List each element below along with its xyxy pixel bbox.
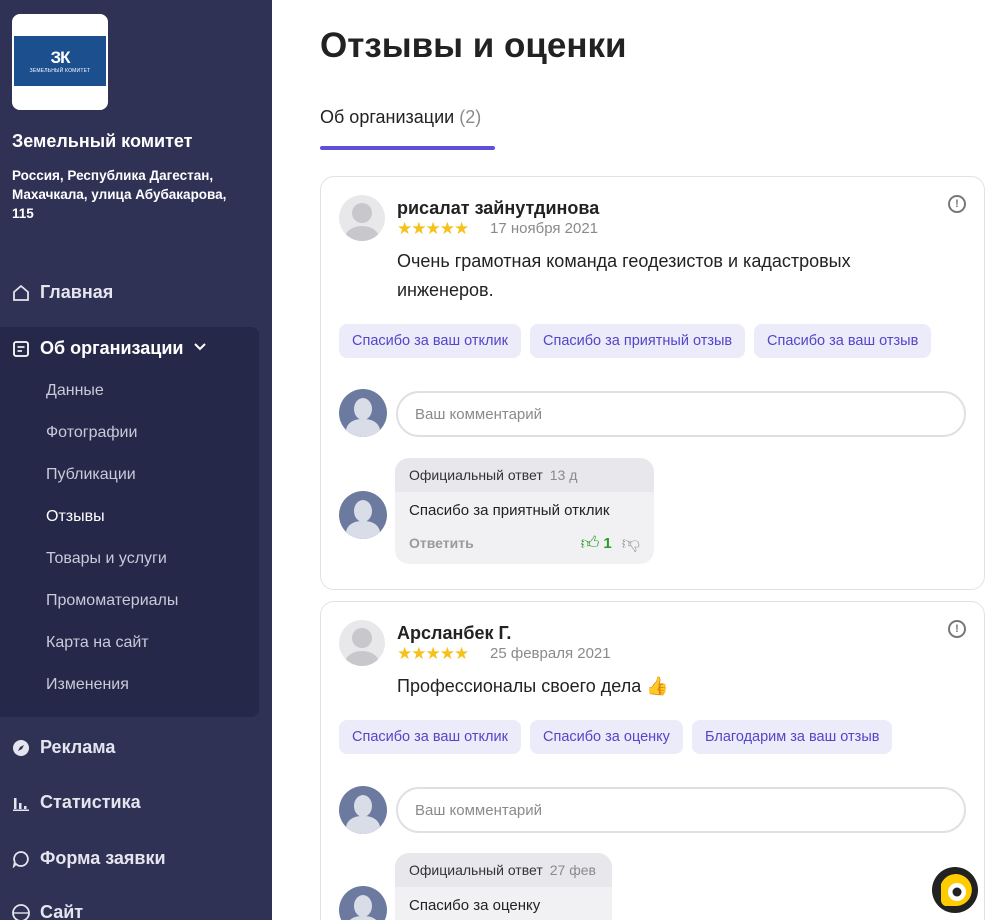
- quick-reply-chip[interactable]: Спасибо за ваш отклик: [339, 720, 521, 754]
- org-address: Россия, Республика Дагестан, Махачкала, …: [12, 168, 227, 221]
- reply-label: Официальный ответ: [409, 862, 543, 878]
- nav-ads[interactable]: Реклама: [12, 737, 115, 758]
- chat-bubble-icon: [12, 850, 30, 868]
- review-text: Очень грамотная команда геодезистов и ка…: [397, 251, 851, 300]
- thumbs-down-icon[interactable]: 👎︎: [622, 532, 640, 554]
- brand-badge-icon: [931, 866, 979, 914]
- reply-text: Спасибо за оценку: [409, 897, 541, 914]
- document-icon: [12, 340, 30, 358]
- sub-item-changes[interactable]: Изменения: [46, 676, 129, 694]
- quick-reply-chip[interactable]: Спасибо за оценку: [530, 720, 683, 754]
- reply-age: 27 фев: [549, 862, 596, 878]
- avatar: [339, 195, 385, 241]
- quick-reply-chip[interactable]: Спасибо за ваш отзыв: [754, 324, 932, 358]
- reply-text: Спасибо за приятный отклик: [409, 502, 610, 519]
- official-reply: Официальный ответ 13 д Спасибо за приятн…: [395, 458, 654, 564]
- sub-item-data[interactable]: Данные: [46, 382, 104, 400]
- tab-label: Об организации: [320, 107, 455, 127]
- sub-item-promo[interactable]: Промоматериалы: [46, 592, 178, 610]
- reply-header: Официальный ответ 13 д: [395, 458, 654, 492]
- sub-item-publications[interactable]: Публикации: [46, 466, 136, 484]
- tab-underline: [320, 146, 495, 150]
- org-name: Земельный комитет: [12, 131, 193, 151]
- owner-avatar: [339, 389, 387, 437]
- comment-input[interactable]: Ваш комментарий: [396, 787, 966, 833]
- logo-banner: ЗК ЗЕМЕЛЬНЫЙ КОМИТЕТ: [14, 36, 106, 86]
- nav-ads-label: Реклама: [40, 737, 116, 757]
- votes: 👍︎ 1 👎︎: [581, 532, 640, 554]
- rating-stars: ★★★★★: [397, 644, 469, 663]
- tab-count: (2): [459, 107, 482, 127]
- quick-reply-chip[interactable]: Спасибо за приятный отзыв: [530, 324, 746, 358]
- bar-chart-icon: [12, 794, 30, 812]
- logo-mark: ЗК: [50, 47, 70, 67]
- globe-icon: [12, 903, 30, 920]
- nav-about-label: Об организации: [40, 338, 184, 358]
- sub-item-photos[interactable]: Фотографии: [46, 424, 137, 442]
- quick-reply-chip[interactable]: Спасибо за ваш отклик: [339, 324, 521, 358]
- reply-header: Официальный ответ 27 фев: [395, 853, 612, 887]
- nav-form[interactable]: Форма заявки: [12, 848, 166, 869]
- nav-stats-label: Статистика: [40, 792, 141, 812]
- nav-home[interactable]: Главная: [12, 282, 113, 303]
- org-logo[interactable]: ЗК ЗЕМЕЛЬНЫЙ КОМИТЕТ: [12, 14, 108, 110]
- review-author[interactable]: рисалат зайнутдинова: [397, 198, 599, 219]
- avatar: [339, 620, 385, 666]
- exclamation-circle-icon[interactable]: !: [948, 620, 966, 638]
- nav-stats[interactable]: Статистика: [12, 792, 141, 813]
- tab-about-org[interactable]: Об организации (2): [320, 107, 481, 128]
- comment-input[interactable]: Ваш комментарий: [396, 391, 966, 437]
- like-count: 1: [603, 534, 612, 552]
- compass-icon: [12, 739, 30, 757]
- sub-item-reviews[interactable]: Отзывы: [46, 508, 105, 526]
- submenu-panel: [0, 327, 259, 717]
- official-reply: Официальный ответ 27 фев Спасибо за оцен…: [395, 853, 612, 920]
- nav-about-org[interactable]: Об организации: [12, 338, 207, 359]
- logo-text: ЗЕМЕЛЬНЫЙ КОМИТЕТ: [29, 67, 91, 74]
- review-card: рисалат зайнутдинова ★★★★★ 17 ноября 202…: [320, 176, 985, 590]
- rating-stars: ★★★★★: [397, 219, 469, 238]
- sub-item-map[interactable]: Карта на сайт: [46, 634, 149, 652]
- reply-button[interactable]: Ответить: [409, 535, 474, 551]
- review-text: Профессионалы своего дела 👍: [397, 676, 669, 696]
- reply-age: 13 д: [549, 467, 578, 483]
- reply-footer: Ответить 👍︎ 1 👎︎: [409, 532, 640, 554]
- main-content: Отзывы и оценки Об организации (2) рисал…: [272, 0, 985, 920]
- nav-home-label: Главная: [40, 282, 114, 302]
- sidebar: ЗК ЗЕМЕЛЬНЫЙ КОМИТЕТ Земельный комитет Р…: [0, 0, 272, 920]
- review-card: Арсланбек Г. ★★★★★ 25 февраля 2021 ! Про…: [320, 601, 985, 920]
- review-date: 17 ноября 2021: [490, 220, 599, 237]
- quick-reply-chip[interactable]: Благодарим за ваш отзыв: [692, 720, 893, 754]
- reply-label: Официальный ответ: [409, 467, 543, 483]
- nav-site-label: Сайт: [40, 902, 84, 920]
- page-title: Отзывы и оценки: [320, 26, 627, 65]
- nav-site[interactable]: Сайт: [12, 902, 83, 920]
- owner-avatar: [339, 786, 387, 834]
- sub-item-goods[interactable]: Товары и услуги: [46, 550, 167, 568]
- review-author[interactable]: Арсланбек Г.: [397, 623, 511, 644]
- home-icon: [12, 284, 30, 302]
- chevron-down-icon: [193, 338, 207, 359]
- review-date: 25 февраля 2021: [490, 645, 611, 662]
- nav-form-label: Форма заявки: [40, 848, 166, 868]
- thumbs-up-icon[interactable]: 👍︎: [581, 532, 600, 554]
- owner-avatar: [339, 491, 387, 539]
- owner-avatar: [339, 886, 387, 920]
- exclamation-circle-icon[interactable]: !: [948, 195, 966, 213]
